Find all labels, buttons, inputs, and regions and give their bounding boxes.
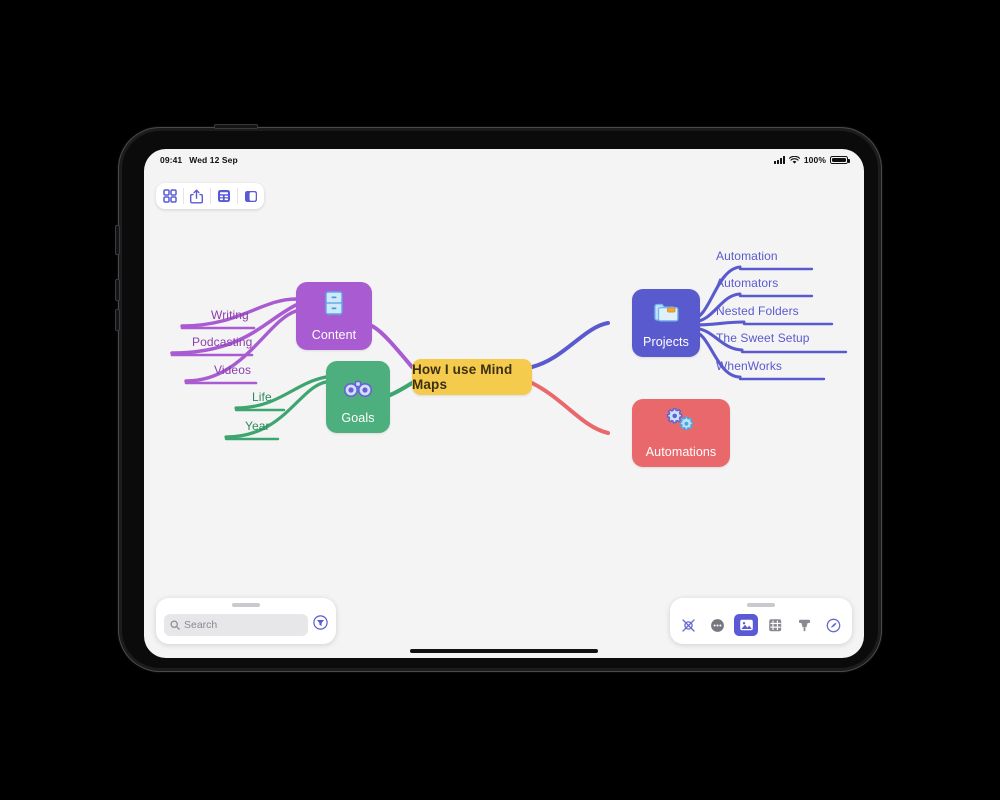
- projects-branch[interactable]: Projects: [632, 289, 700, 357]
- tool-more[interactable]: [705, 614, 729, 636]
- tool-brush[interactable]: [793, 614, 817, 636]
- screenshot-root: 09:41 Wed 12 Sep 100% Writing Podcasting…: [0, 0, 1000, 800]
- volume-up-button[interactable]: [115, 225, 120, 255]
- projects-branch-label: Projects: [643, 335, 689, 349]
- shape-icon: [681, 618, 695, 632]
- tool-shape[interactable]: [676, 614, 700, 636]
- volume-down-button[interactable]: [115, 279, 120, 301]
- binoculars-icon: [344, 379, 372, 404]
- goals-branch[interactable]: Goals: [326, 361, 390, 433]
- tool-sticker[interactable]: [764, 614, 788, 636]
- connector-wires: [170, 265, 848, 441]
- sticker-grid-icon: [769, 618, 782, 631]
- center-node[interactable]: How I use Mind Maps: [412, 359, 532, 395]
- power-button[interactable]: [214, 124, 258, 129]
- automations-branch-label: Automations: [645, 445, 717, 459]
- more-circle-icon: [710, 618, 724, 632]
- content-branch-label: Content: [311, 328, 357, 342]
- style-circle-icon: [827, 618, 841, 632]
- wire-center-automations: [530, 381, 610, 435]
- tool-style[interactable]: [822, 614, 846, 636]
- mindmap-canvas[interactable]: Writing Podcasting Videos Life Year Auto…: [144, 171, 864, 658]
- leaf-automators[interactable]: Automators: [716, 276, 778, 290]
- tools-row: [676, 612, 846, 638]
- cellular-signal-icon: [773, 156, 785, 164]
- home-indicator[interactable]: [410, 649, 598, 653]
- leaf-podcasting[interactable]: Podcasting: [192, 335, 252, 349]
- leaf-writing[interactable]: Writing: [211, 308, 249, 322]
- gears-icon: [665, 407, 697, 438]
- status-bar: 09:41 Wed 12 Sep 100%: [144, 149, 864, 171]
- device-bezel: 09:41 Wed 12 Sep 100% Writing Podcasting…: [122, 131, 878, 668]
- leaf-videos[interactable]: Videos: [214, 363, 251, 377]
- panel-grabber[interactable]: [232, 603, 260, 607]
- leaf-life[interactable]: Life: [252, 390, 272, 404]
- goals-leaf-wires: [224, 375, 328, 439]
- battery-percent: 100%: [803, 155, 826, 165]
- leaf-whenworks[interactable]: WhenWorks: [716, 359, 782, 373]
- leaf-automation[interactable]: Automation: [716, 249, 778, 263]
- tablet-screen: 09:41 Wed 12 Sep 100% Writing Podcasting…: [144, 149, 864, 658]
- wire-center-projects: [530, 321, 610, 369]
- tools-panel-grabber[interactable]: [747, 603, 775, 607]
- automations-branch[interactable]: Automations: [632, 399, 730, 467]
- goals-branch-label: Goals: [341, 411, 375, 425]
- status-bar-right: 100%: [773, 155, 850, 165]
- content-branch[interactable]: Content: [296, 282, 372, 350]
- folder-icon: [653, 301, 679, 328]
- search-icon: [170, 620, 180, 630]
- volume-extra-button[interactable]: [115, 309, 120, 331]
- leaf-the-sweet-setup[interactable]: The Sweet Setup: [716, 331, 810, 345]
- tool-image[interactable]: [734, 614, 759, 636]
- search-input[interactable]: Search: [164, 614, 308, 636]
- brush-icon: [799, 619, 811, 631]
- tools-panel[interactable]: [670, 598, 852, 644]
- tablet-device-frame: 09:41 Wed 12 Sep 100% Writing Podcasting…: [115, 124, 882, 672]
- status-date: Wed 12 Sep: [189, 155, 238, 165]
- filter-icon[interactable]: [313, 615, 328, 635]
- status-time: 09:41: [160, 155, 183, 165]
- leaf-nested-folders[interactable]: Nested Folders: [716, 304, 799, 318]
- file-cabinet-icon: [322, 290, 346, 321]
- status-bar-left: 09:41 Wed 12 Sep: [160, 155, 238, 165]
- search-row: Search: [164, 614, 328, 636]
- leaf-year[interactable]: Year: [245, 419, 270, 433]
- battery-icon: [830, 155, 850, 165]
- search-panel[interactable]: Search: [156, 598, 336, 644]
- image-icon: [740, 619, 753, 631]
- wifi-icon: [788, 155, 800, 164]
- search-placeholder: Search: [184, 619, 218, 631]
